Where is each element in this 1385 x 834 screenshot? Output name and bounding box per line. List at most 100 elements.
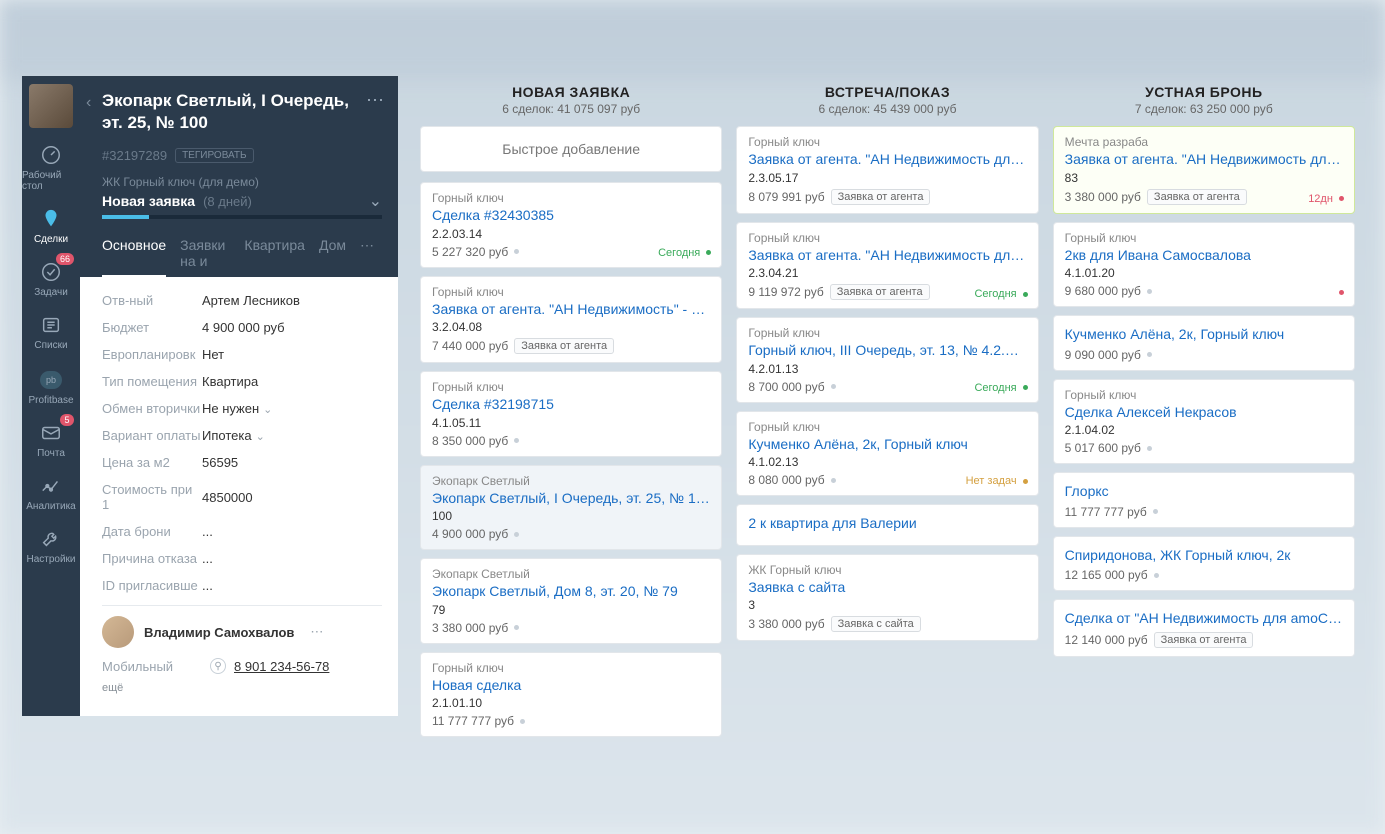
tab-requests[interactable]: Заявки на и <box>180 237 230 277</box>
status-dot-icon <box>1154 573 1159 578</box>
deal-card[interactable]: Экопарк СветлыйЭкопарк Светлый, Дом 8, э… <box>420 558 722 644</box>
stage-selector[interactable]: Новая заявка (8 дней) ⌄ <box>102 191 382 211</box>
card-price: 9 680 000 руб <box>1065 284 1141 298</box>
status-dot-icon <box>514 438 519 443</box>
card-title: Горный ключ, III Очередь, эт. 13, № 4.2.… <box>748 342 1026 360</box>
field-row[interactable]: Отв-ныйАртем Лесников <box>102 287 382 314</box>
field-label: Обмен вторички <box>102 401 202 416</box>
nav-settings[interactable]: Настройки <box>22 518 80 571</box>
deal-card[interactable]: Горный ключЗаявка от агента. "АН Недвижи… <box>736 222 1038 310</box>
nav-tasks[interactable]: 66 Задачи <box>22 251 80 304</box>
column-subtitle: 6 сделок: 45 439 000 руб <box>736 102 1038 116</box>
card-project: ЖК Горный ключ <box>748 563 1026 577</box>
field-row[interactable]: Причина отказа... <box>102 545 382 572</box>
field-row[interactable]: ЕвропланировкНет <box>102 341 382 368</box>
status-dot-icon <box>514 249 519 254</box>
field-label: Тип помещения <box>102 374 202 389</box>
card-title: Заявка от агента. "АН Недвижимость для a… <box>748 247 1026 265</box>
field-label: ID пригласивше <box>102 578 202 593</box>
tab-house[interactable]: Дом <box>319 237 346 277</box>
contact-more-link[interactable]: ещё <box>102 682 123 694</box>
deal-card[interactable]: Горный ключСделка #321987154.1.05.118 35… <box>420 371 722 457</box>
card-status: Нет задач <box>966 475 1028 487</box>
tabs-more[interactable]: ⋯ <box>360 237 376 277</box>
user-avatar[interactable] <box>29 84 73 128</box>
deal-card[interactable]: Горный ключЗаявка от агента. "АН Недвижи… <box>736 126 1038 214</box>
field-label: Причина отказа <box>102 551 202 566</box>
nav-deals[interactable]: Сделки <box>22 198 80 251</box>
deal-card[interactable]: Горный ключНовая сделка2.1.01.1011 777 7… <box>420 652 722 738</box>
card-project: Горный ключ <box>432 285 710 299</box>
field-row[interactable]: Вариант оплатыИпотека⌄ <box>102 422 382 449</box>
stage-name: Новая заявка <box>102 193 195 209</box>
field-row[interactable]: Тип помещенияКвартира <box>102 368 382 395</box>
field-row[interactable]: ID пригласивше... <box>102 572 382 599</box>
deal-card[interactable]: Глоркс11 777 777 руб <box>1053 472 1355 528</box>
field-row[interactable]: Дата брони... <box>102 518 382 545</box>
pipeline-column: УСТНАЯ БРОНЬ7 сделок: 63 250 000 рубМечт… <box>1053 84 1355 745</box>
card-code: 2.2.03.14 <box>432 227 710 241</box>
card-price: 3 380 000 руб <box>432 621 508 635</box>
contact-name[interactable]: Владимир Самохвалов <box>144 625 294 640</box>
tab-apartment[interactable]: Квартира <box>244 237 305 277</box>
chevron-down-icon: ⌄ <box>369 191 382 211</box>
deal-card[interactable]: Горный ключ2кв для Ивана Самосвалова4.1.… <box>1053 222 1355 308</box>
deal-card[interactable]: Мечта разрабаЗаявка от агента. "АН Недви… <box>1053 126 1355 214</box>
column-title: УСТНАЯ БРОНЬ <box>1053 84 1355 100</box>
field-label: Дата брони <box>102 524 202 539</box>
field-row[interactable]: Обмен вторичкиНе нужен⌄ <box>102 395 382 422</box>
field-label: Стоимость при 1 <box>102 482 202 512</box>
nav-analytics[interactable]: Аналитика <box>22 465 80 518</box>
deal-card[interactable]: Горный ключЗаявка от агента. "АН Недвижи… <box>420 276 722 364</box>
deal-card[interactable]: Горный ключГорный ключ, III Очередь, эт.… <box>736 317 1038 403</box>
detail-tabs: Основное Заявки на и Квартира Дом ⋯ <box>80 227 398 277</box>
card-tag: Заявка с сайта <box>831 616 921 632</box>
column-subtitle: 6 сделок: 41 075 097 руб <box>420 102 722 116</box>
field-value: ... <box>202 551 382 566</box>
nav-mail[interactable]: 5 Почта <box>22 412 80 465</box>
card-title: Сделка #32430385 <box>432 207 710 225</box>
field-value: ... <box>202 524 382 539</box>
back-button[interactable]: ‹ <box>86 94 91 112</box>
nav-desktop[interactable]: Рабочий стол <box>22 134 80 198</box>
contact-avatar[interactable] <box>102 616 134 648</box>
field-row[interactable]: Стоимость при 14850000 <box>102 476 382 518</box>
status-dot-icon <box>514 532 519 537</box>
card-title: Кучменко Алёна, 2к, Горный ключ <box>748 436 1026 454</box>
field-label: Отв-ный <box>102 293 202 308</box>
quick-add-button[interactable]: Быстрое добавление <box>420 126 722 172</box>
nav-lists[interactable]: Списки <box>22 304 80 357</box>
card-status: Сегодня <box>974 382 1027 394</box>
deal-card[interactable]: Горный ключСделка #324303852.2.03.145 22… <box>420 182 722 268</box>
deal-card[interactable]: ЖК Горный ключЗаявка с сайта33 380 000 р… <box>736 554 1038 642</box>
card-title: 2 к квартира для Валерии <box>748 515 1026 533</box>
chevron-down-icon: ⌄ <box>256 431 265 443</box>
nav-profitbase[interactable]: pb Profitbase <box>22 357 80 412</box>
card-tag: Заявка от агента <box>831 189 931 205</box>
phone-value[interactable]: 8 901 234-56-78 <box>234 659 329 674</box>
field-row[interactable]: Цена за м256595 <box>102 449 382 476</box>
tag-button[interactable]: ТЕГИРОВАТЬ <box>175 148 254 163</box>
chevron-down-icon: ⌄ <box>263 404 272 416</box>
deal-card[interactable]: Сделка от "АН Недвижимость для amoCRM" -… <box>1053 599 1355 657</box>
deal-card[interactable]: Кучменко Алёна, 2к, Горный ключ9 090 000… <box>1053 315 1355 371</box>
deal-card[interactable]: 2 к квартира для Валерии <box>736 504 1038 546</box>
card-project: Экопарк Светлый <box>432 567 710 581</box>
status-dot-icon <box>1147 352 1152 357</box>
deal-card[interactable]: Спиридонова, ЖК Горный ключ, 2к12 165 00… <box>1053 536 1355 592</box>
card-title: Глоркс <box>1065 483 1343 501</box>
card-code: 83 <box>1065 171 1343 185</box>
card-title: Новая сделка <box>432 677 710 695</box>
card-status <box>1336 286 1344 298</box>
card-code: 3.2.04.08 <box>432 320 710 334</box>
field-value: 4850000 <box>202 490 382 505</box>
more-menu[interactable]: ⋯ <box>366 90 386 111</box>
deal-card[interactable]: Горный ключСделка Алексей Некрасов2.1.04… <box>1053 379 1355 465</box>
phone-icon[interactable]: ⚲ <box>210 658 226 674</box>
contact-more[interactable]: ⋯ <box>310 624 325 640</box>
tab-main[interactable]: Основное <box>102 237 166 277</box>
deal-card[interactable]: Экопарк СветлыйЭкопарк Светлый, I Очеред… <box>420 465 722 551</box>
field-row[interactable]: Бюджет4 900 000 руб <box>102 314 382 341</box>
deal-card[interactable]: Горный ключКучменко Алёна, 2к, Горный кл… <box>736 411 1038 497</box>
card-price: 12 165 000 руб <box>1065 568 1148 582</box>
